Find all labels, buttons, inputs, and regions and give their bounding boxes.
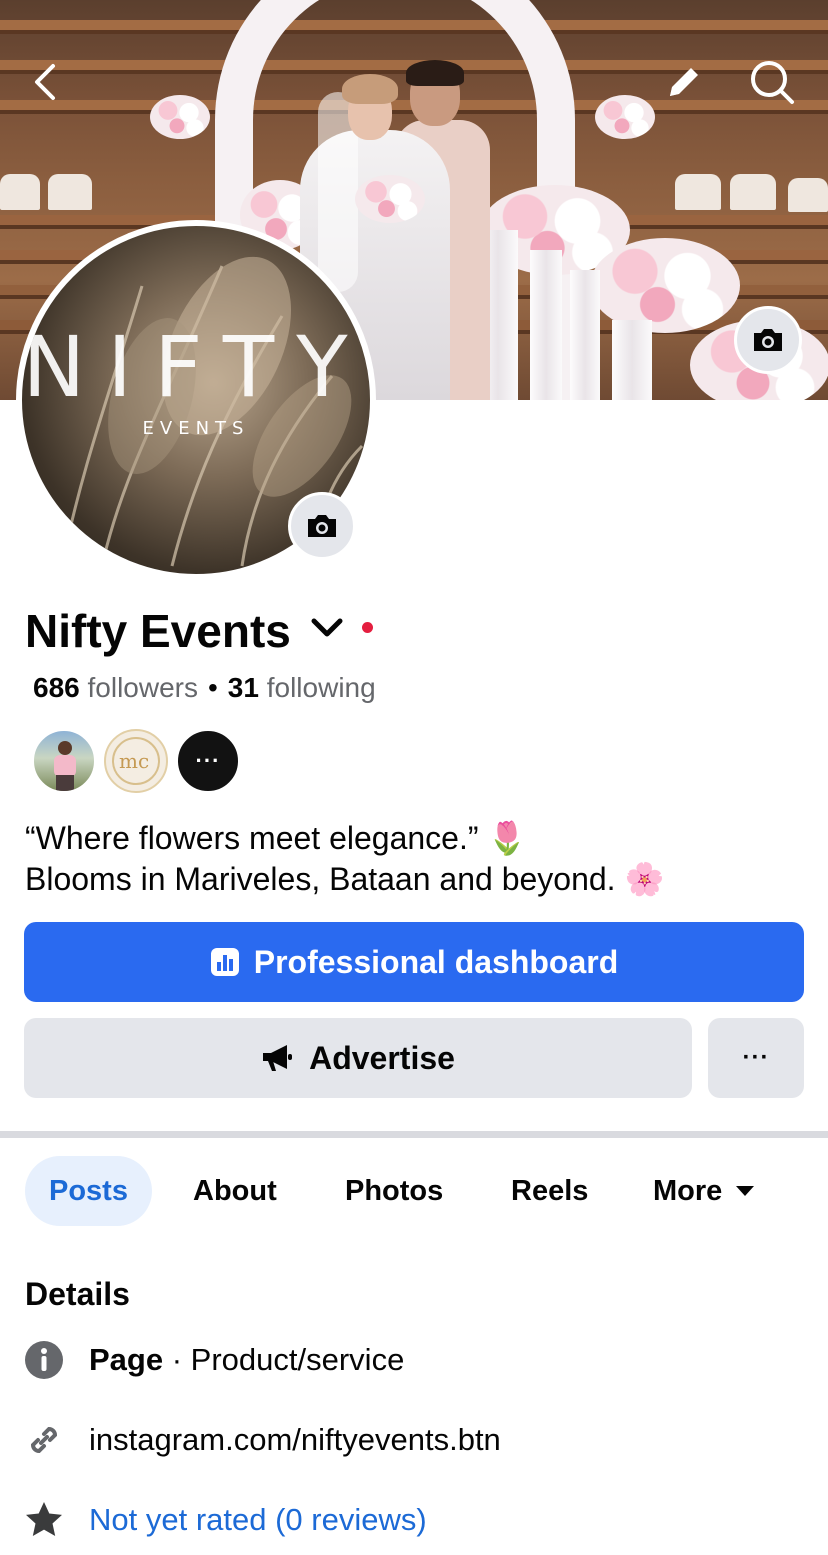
professional-dashboard-label: Professional dashboard (253, 943, 619, 980)
info-icon (25, 1341, 63, 1379)
cover-camera-button[interactable] (734, 306, 802, 374)
bio-line: Blooms in Mariveles, Bataan and beyond. … (25, 861, 665, 897)
search-icon (751, 61, 794, 104)
page-title: Nifty Events (25, 605, 291, 657)
notification-dot (362, 622, 373, 633)
dashboard-chart-icon (210, 948, 239, 976)
tab-photos[interactable]: Photos (345, 1156, 443, 1226)
logo-subtitle: EVENTS (142, 418, 250, 439)
more-options-icon: ··· (742, 1044, 770, 1071)
more-followers-button[interactable]: ··· (176, 729, 240, 793)
tab-reels[interactable]: Reels (511, 1156, 588, 1226)
star-icon (26, 1502, 62, 1536)
more-options-button[interactable]: ··· (708, 1018, 804, 1098)
tab-posts[interactable]: Posts (25, 1156, 152, 1226)
edit-button[interactable] (656, 54, 712, 110)
tab-more[interactable]: More (653, 1156, 756, 1226)
profile-camera-button[interactable] (288, 492, 356, 560)
followers-link[interactable]: 686 followers (33, 672, 198, 703)
tab-about[interactable]: About (193, 1156, 277, 1226)
logo-wordmark: NIFTY (22, 318, 370, 416)
chevron-down-icon (311, 618, 343, 637)
details-heading: Details (25, 1276, 130, 1312)
link-icon (30, 1426, 58, 1454)
professional-dashboard-button[interactable]: Professional dashboard (24, 922, 804, 1002)
follower-avatar[interactable]: mc (104, 729, 168, 793)
edit-pencil-icon (670, 68, 698, 96)
following-link[interactable]: 31 following (228, 672, 376, 703)
advertise-button[interactable]: Advertise (24, 1018, 692, 1098)
bio-line: “Where flowers meet elegance.” 🌷 (25, 820, 528, 856)
camera-icon (754, 329, 782, 351)
section-divider (0, 1131, 828, 1138)
detail-website-link[interactable]: instagram.com/niftyevents.btn (24, 1418, 501, 1462)
megaphone-icon (263, 1045, 293, 1071)
camera-icon (308, 515, 336, 537)
advertise-label: Advertise (309, 1039, 455, 1076)
back-icon (35, 64, 55, 100)
detail-category: Page · Product/service (24, 1338, 404, 1382)
switch-profile-button[interactable] (310, 616, 344, 645)
search-button[interactable] (744, 54, 800, 110)
back-button[interactable] (18, 54, 74, 110)
follow-stats: 686 followers • 31 following (33, 672, 376, 703)
page-bio: “Where flowers meet elegance.” 🌷 Blooms … (25, 818, 664, 900)
detail-rating[interactable]: Not yet rated (0 reviews) (24, 1498, 427, 1542)
caret-down-icon (736, 1186, 755, 1196)
follower-avatar[interactable] (32, 729, 96, 793)
